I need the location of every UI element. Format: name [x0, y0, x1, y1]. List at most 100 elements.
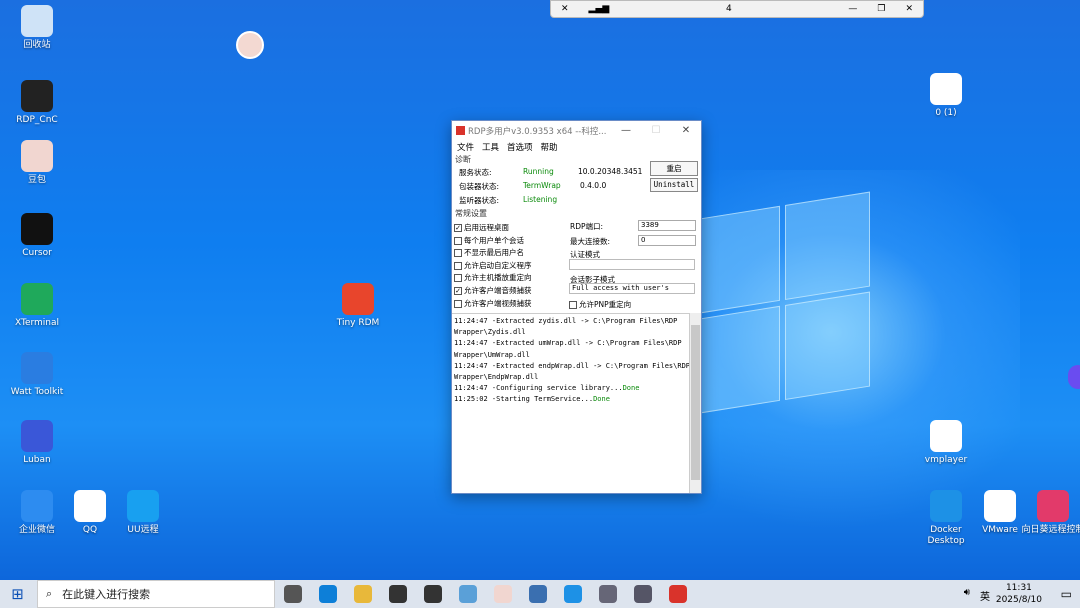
listener-state-label: 监听器状态: — [459, 196, 500, 205]
taskbar: ⊞ ⌕ 在此键入进行搜索 11:31 2025/8/10 英 🔊︎ ▭ — [0, 580, 1080, 608]
setting-checkbox[interactable]: 允许主机播放重定向 — [454, 272, 532, 285]
setting-checkbox[interactable]: 每个用户单个会话 — [454, 235, 532, 248]
close-button[interactable]: ✕ — [671, 125, 701, 136]
pin-icon[interactable]: ✕ — [551, 4, 579, 14]
max-connections-input[interactable]: 0 — [638, 235, 696, 246]
taskbar-app[interactable] — [310, 580, 345, 608]
taskbar-app[interactable] — [520, 580, 555, 608]
desktop-icon[interactable]: XTerminal — [2, 283, 72, 329]
log-scrollbar[interactable] — [689, 313, 701, 493]
setting-checkbox[interactable]: ✓ 启用远程桌面 — [454, 222, 532, 235]
desktop-icon[interactable]: 回收站 — [2, 5, 72, 51]
minimize-button[interactable]: — — [611, 125, 641, 136]
settings-alt-icon — [633, 585, 652, 603]
desktop-icon[interactable]: Cursor — [2, 213, 72, 259]
restore-icon[interactable]: ❐ — [867, 4, 895, 14]
side-widget-icon[interactable] — [1068, 365, 1080, 389]
menu-file[interactable]: 文件 — [457, 141, 474, 153]
docker-icon — [930, 490, 962, 522]
shadow-mode-select[interactable]: Full access with user's — [569, 283, 695, 294]
setting-checkbox[interactable]: 不显示最后用户名 — [454, 247, 532, 260]
desktop-icon[interactable]: 豆包 — [2, 140, 72, 186]
desktop-icon[interactable]: RDP_CnC — [2, 80, 72, 126]
recycle-bin-icon — [21, 5, 53, 37]
taskbar-app[interactable] — [275, 580, 310, 608]
service-state-label: 服务状态: — [459, 168, 492, 177]
taskbar-app[interactable] — [485, 580, 520, 608]
taskbar-app[interactable] — [555, 580, 590, 608]
menu-preferences[interactable]: 首选项 — [507, 141, 533, 153]
desktop-icon-label: UU远程 — [127, 525, 159, 535]
paint-icon — [458, 585, 477, 603]
desktop-icon[interactable]: UU远程 — [108, 490, 178, 536]
minimize-icon[interactable]: — — [838, 4, 867, 14]
taskbar-app[interactable] — [660, 580, 695, 608]
desktop-icon[interactable]: Tiny RDM — [323, 283, 393, 329]
log-output[interactable]: 11:24:47 -Extracted zydis.dll -> C:\Prog… — [452, 313, 690, 493]
desktop-icon[interactable]: vmplayer — [911, 420, 981, 466]
taskbar-app[interactable] — [415, 580, 450, 608]
setting-checkbox[interactable]: ✓ 允许客户端音频捕获 — [454, 285, 532, 298]
pnp-redirect-checkbox[interactable]: 允许PNP重定向 — [569, 299, 631, 310]
checkbox-box[interactable] — [454, 299, 462, 308]
file-icon — [930, 420, 962, 452]
doubao-icon — [493, 585, 512, 603]
setting-checkbox[interactable]: 允许启动自定义程序 — [454, 260, 532, 273]
desktop-icon[interactable]: Luban — [2, 420, 72, 466]
window-titlebar[interactable]: RDP多用户v3.0.9353 x64 --科控... — ☐ ✕ — [452, 121, 701, 140]
desktop-icon-label: Cursor — [22, 248, 52, 258]
desktop-icon[interactable]: 向日葵远程控制 — [1018, 490, 1080, 536]
checkbox-box[interactable] — [454, 249, 462, 258]
desktop-icon[interactable]: Watt Toolkit — [2, 352, 72, 398]
start-icon[interactable]: ⊞ — [0, 580, 35, 608]
checkbox-label: 允许启动自定义程序 — [464, 260, 532, 270]
wrapper-version: 0.4.0.0 — [580, 181, 607, 190]
pnp-redirect-label: 允许PNP重定向 — [579, 300, 632, 309]
connection-name: 4 — [725, 4, 732, 14]
taskbar-app[interactable] — [450, 580, 485, 608]
volume-icon[interactable]: 🔊︎ — [964, 587, 970, 598]
clock[interactable]: 11:31 2025/8/10 — [996, 582, 1042, 606]
taskbar-app[interactable] — [590, 580, 625, 608]
taskbar-app[interactable] — [625, 580, 660, 608]
log-line: 11:24:47 -Extracted zydis.dll -> C:\Prog… — [454, 316, 688, 327]
taskbar-app[interactable] — [345, 580, 380, 608]
menu-tools[interactable]: 工具 — [482, 141, 499, 153]
file-icon — [984, 490, 1016, 522]
watt-toolkit-icon — [21, 352, 53, 384]
file-explorer-icon — [353, 585, 372, 603]
menu-help[interactable]: 帮助 — [541, 141, 558, 153]
maximize-button[interactable]: ☐ — [641, 125, 671, 136]
desktop-icon[interactable]: 0 (1) — [911, 73, 981, 119]
checkbox-box[interactable]: ✓ — [454, 224, 462, 232]
desktop-icon-label: 向日葵远程控制 — [1021, 525, 1080, 535]
task-view-icon — [283, 585, 302, 603]
docker-icon — [563, 585, 582, 603]
close-icon[interactable]: ✕ — [895, 4, 923, 14]
wallpaper-windows-logo — [700, 191, 870, 419]
checkbox-box[interactable] — [569, 301, 577, 309]
checkbox-box[interactable] — [454, 274, 462, 283]
log-line: 11:24:47 -Configuring service library...… — [454, 383, 688, 394]
restart-button[interactable]: 重启 — [650, 161, 698, 176]
checkbox-box[interactable]: ✓ — [454, 286, 462, 295]
uninstall-button[interactable]: Uninstall — [650, 178, 698, 192]
auth-mode-select[interactable] — [569, 259, 695, 270]
rdp-port-input[interactable]: 3389 — [638, 220, 696, 231]
checkbox-label: 每个用户单个会话 — [464, 235, 524, 245]
taskbar-app[interactable] — [380, 580, 415, 608]
rdp-port-label: RDP端口: — [570, 222, 604, 231]
ime-indicator[interactable]: 英 — [980, 588, 990, 603]
log-text: 11:24:47 -Configuring service library... — [454, 384, 623, 393]
log-text: Wrapper\Zydis.dll — [454, 328, 526, 337]
search-box[interactable]: ⌕ 在此键入进行搜索 — [37, 580, 275, 608]
server-manager-icon — [528, 585, 547, 603]
desktop-icon-label: 回收站 — [23, 40, 51, 50]
checkbox-box[interactable] — [454, 236, 462, 245]
scrollbar-thumb[interactable] — [691, 325, 700, 480]
window-title: RDP多用户v3.0.9353 x64 --科控... — [468, 126, 607, 137]
checkbox-box[interactable] — [454, 261, 462, 270]
notification-icon[interactable]: ▭ — [1061, 587, 1072, 601]
setting-checkbox[interactable]: 允许客户端视频捕获 — [454, 298, 532, 311]
avatar[interactable] — [236, 31, 264, 59]
